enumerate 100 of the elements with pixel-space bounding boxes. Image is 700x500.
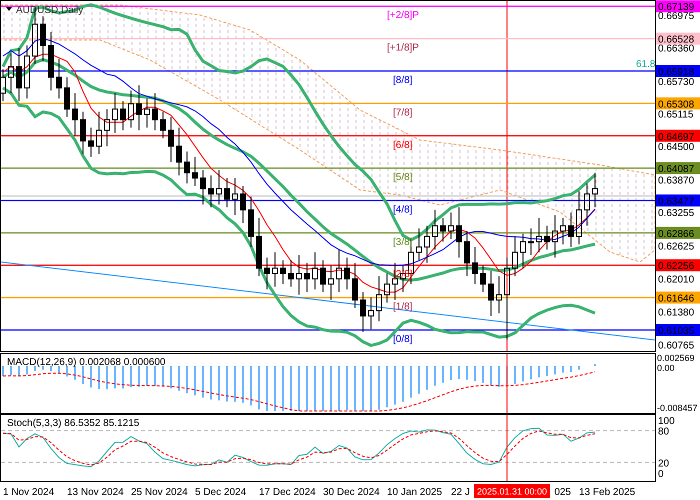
candlestick <box>152 92 158 131</box>
macd-tick: 0.002569 <box>657 353 695 363</box>
candlestick <box>352 262 358 308</box>
price-tick: 0.64500 <box>658 142 694 154</box>
macd-tick: -0.008457 <box>657 403 698 413</box>
date-tick: 5 Dec 2024 <box>195 487 246 498</box>
candlestick <box>528 228 534 256</box>
candlestick <box>368 296 374 330</box>
date-tick: 1 Nov 2024 <box>3 487 54 498</box>
candlestick <box>320 260 326 293</box>
price-tag: 0.63477 <box>656 194 700 208</box>
candlestick <box>120 100 126 131</box>
candlestick <box>536 217 542 253</box>
candlestick <box>472 246 478 285</box>
price-tick: 0.65730 <box>658 76 694 88</box>
candlestick <box>464 230 470 277</box>
candlestick <box>520 233 526 269</box>
candlestick <box>128 90 134 128</box>
date-tick: 025 <box>554 487 571 498</box>
candlestick <box>384 273 390 304</box>
candlestick <box>584 182 590 226</box>
candlestick <box>16 48 22 102</box>
price-tick: 0.66975 <box>658 10 694 22</box>
dropdown-triangle-icon <box>6 7 12 11</box>
candlestick <box>496 276 502 314</box>
candlestick <box>304 262 310 293</box>
price-tag: 0.67139 <box>656 0 700 14</box>
level-label: [0/8] <box>393 334 412 345</box>
candlestick <box>80 111 86 155</box>
candlestick <box>48 32 54 92</box>
candlestick <box>64 76 70 118</box>
candlestick <box>552 214 558 258</box>
candlestick <box>240 186 246 224</box>
stochastic-tick: 20 <box>658 458 670 470</box>
candlestick <box>144 98 150 128</box>
candlestick <box>488 270 494 316</box>
candlestick <box>592 172 598 208</box>
candlestick <box>480 265 486 293</box>
macd-tick: 0.00 <box>657 363 675 373</box>
candlestick <box>24 44 30 99</box>
candlestick <box>424 225 430 264</box>
level-label: [4/8] <box>393 204 412 216</box>
level-label: [8/8] <box>393 75 412 86</box>
price-tick: 0.63870 <box>658 176 694 187</box>
candlestick <box>456 206 462 258</box>
candlestick <box>440 217 446 242</box>
price-tick: 0.62010 <box>658 274 694 286</box>
date-tick: 17 Dec 2024 <box>259 487 316 498</box>
candlestick <box>448 212 454 240</box>
candlestick <box>40 16 46 62</box>
price-tick: 0.63255 <box>658 208 694 220</box>
candlestick <box>512 236 518 277</box>
candlestick <box>344 257 350 290</box>
price-tag: 0.65918 <box>656 65 700 78</box>
candlestick <box>208 174 214 208</box>
candlestick <box>296 254 302 296</box>
date-tick: 25 Nov 2024 <box>131 487 188 498</box>
date-tick: 13 Nov 2024 <box>67 487 124 498</box>
candlestick <box>104 108 110 147</box>
price-tag: 0.61035 <box>656 324 700 337</box>
candlestick <box>288 260 294 288</box>
date-tick: 30 Dec 2024 <box>323 487 380 498</box>
candlestick <box>256 217 262 277</box>
price-tag: 0.64087 <box>656 162 700 176</box>
date-tick: 13 Feb 2025 <box>579 487 636 498</box>
level-label: [+1/8]P <box>387 42 419 54</box>
candlestick <box>184 151 190 184</box>
stochastic-tick: 80 <box>658 426 670 438</box>
candlestick <box>544 225 550 250</box>
candlestick <box>336 249 342 293</box>
price-tick: 0.61380 <box>658 308 694 319</box>
candlestick <box>376 276 382 322</box>
candlestick <box>360 292 366 332</box>
candlestick <box>192 156 198 186</box>
date-tick: 10 Jan 2025 <box>387 487 442 498</box>
stochastic-title: Stoch(5,3,3) 86.5352 85.1215 <box>7 418 140 429</box>
price-tick: 0.66360 <box>658 44 694 55</box>
candlestick <box>264 257 270 290</box>
candlestick <box>280 260 286 285</box>
candlestick <box>112 92 118 134</box>
candlestick <box>56 58 62 99</box>
date-tick: 22 J <box>451 487 470 498</box>
price-tag: 0.62256 <box>656 259 700 272</box>
level-label: [+2/8]P <box>387 10 419 22</box>
candlestick <box>72 92 78 136</box>
stochastic-tick: 0 <box>658 469 664 480</box>
level-label: [7/8] <box>393 107 412 118</box>
candlestick <box>88 127 94 158</box>
price-tag: 0.62866 <box>656 226 700 240</box>
price-tick: 0.60765 <box>658 340 694 352</box>
level-label: [6/8] <box>393 140 412 151</box>
crosshair-date-label: 2025.01.31 00:00 <box>474 484 550 498</box>
price-tag: 0.64697 <box>656 130 700 143</box>
candlestick <box>312 252 318 290</box>
candlestick <box>232 178 238 216</box>
macd-title: MACD(12,26,9) 0.002068 0.000600 <box>7 357 166 368</box>
candlestick <box>248 196 254 248</box>
candlestick <box>0 68 6 102</box>
candlestick <box>416 228 422 261</box>
candlestick <box>168 116 174 163</box>
